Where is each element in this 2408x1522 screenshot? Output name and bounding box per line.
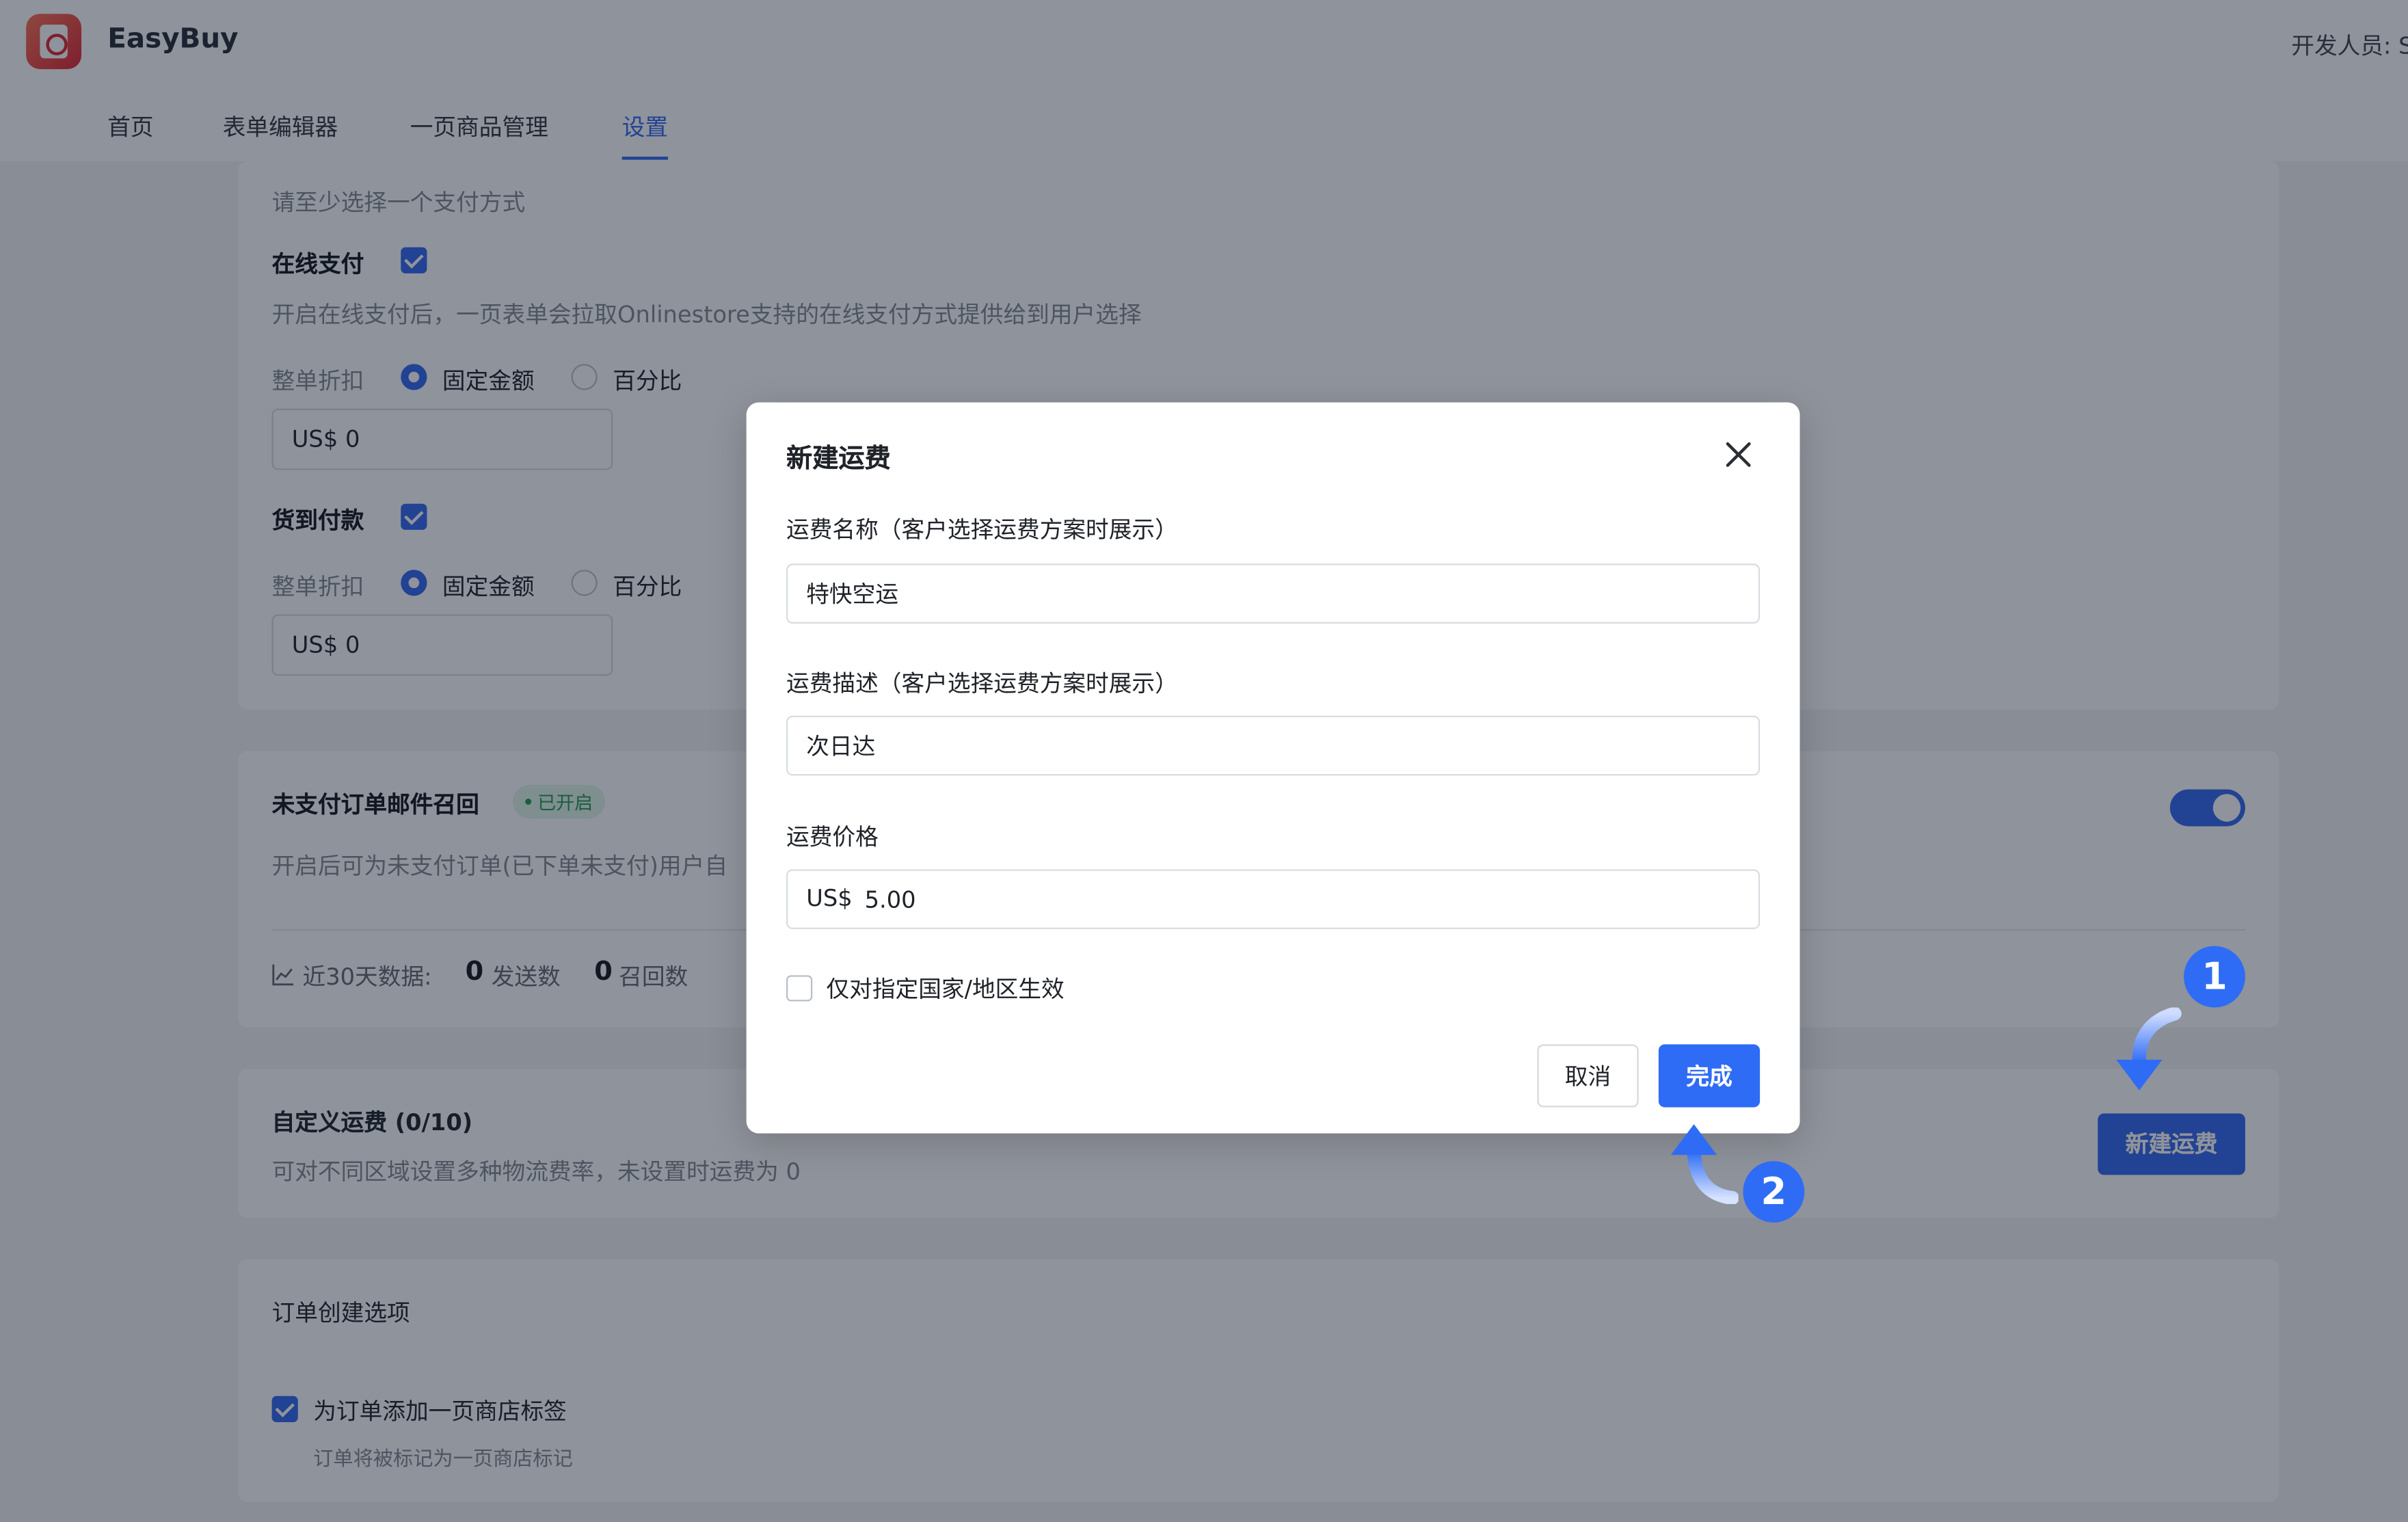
shipping-name-label: 运费名称（客户选择运费方案时展示） (786, 516, 1178, 544)
done-button[interactable]: 完成 (1658, 1044, 1761, 1108)
shipping-name-input[interactable] (786, 563, 1761, 624)
arrow-up-icon (1670, 1124, 1739, 1204)
cancel-button[interactable]: 取消 (1537, 1044, 1639, 1108)
shipping-price-label: 运费价格 (786, 823, 879, 851)
region-only-checkbox[interactable] (786, 975, 813, 1002)
page-root: EasyBuy 开发人员: S 首页 表单编辑器 一页商品管理 设置 请至少选择… (0, 0, 2408, 1522)
step-2-badge: 2 (1743, 1161, 1805, 1223)
shipping-price-field[interactable]: US$ (786, 869, 1761, 929)
region-only-label: 仅对指定国家/地区生效 (826, 975, 1065, 1003)
currency-prefix: US$ (806, 884, 853, 913)
step-1-badge: 1 (2184, 946, 2245, 1008)
close-icon[interactable] (1720, 436, 1757, 473)
shipping-desc-input[interactable] (786, 715, 1761, 776)
new-shipping-dialog: 新建运费 运费名称（客户选择运费方案时展示） 运费描述（客户选择运费方案时展示）… (746, 402, 1800, 1134)
dialog-title: 新建运费 (786, 444, 891, 475)
arrow-down-icon (2116, 1007, 2182, 1091)
shipping-price-input[interactable] (864, 872, 1740, 926)
shipping-desc-label: 运费描述（客户选择运费方案时展示） (786, 669, 1178, 697)
